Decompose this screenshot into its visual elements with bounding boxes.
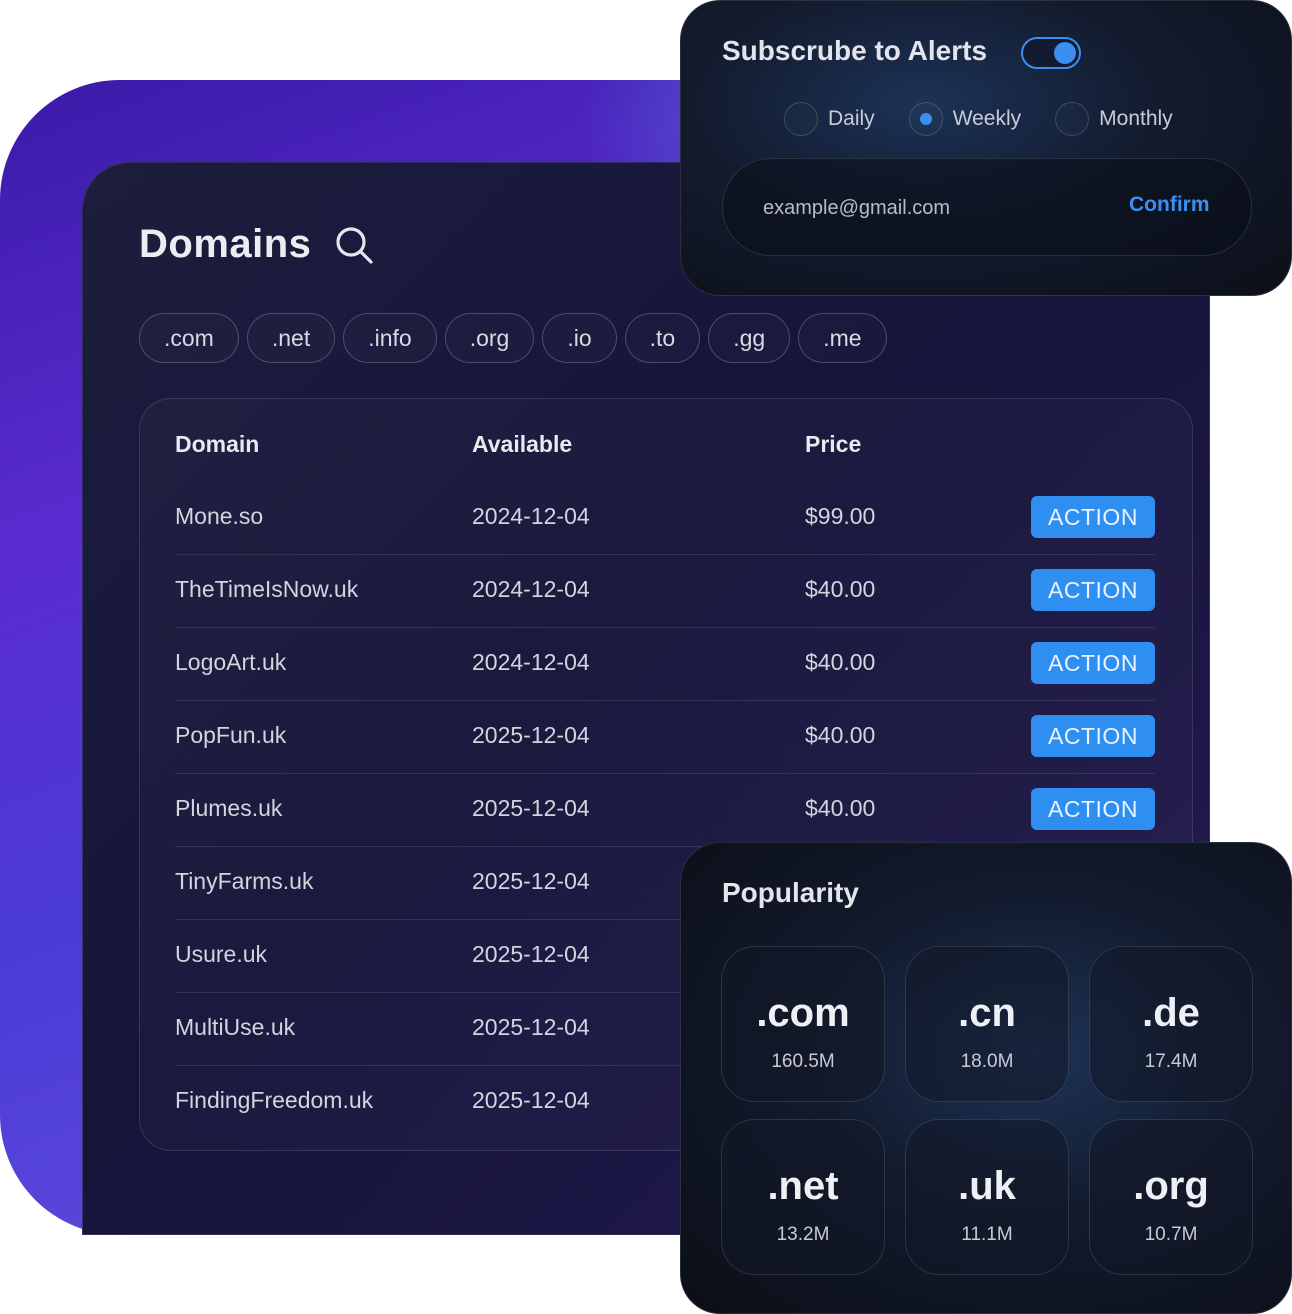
tile-count: 13.2M: [776, 1224, 830, 1245]
domain-cell: FindingFreedom.uk: [175, 1087, 374, 1113]
available-cell: 2024-12-04: [472, 503, 590, 529]
column-header-price[interactable]: Price: [805, 431, 861, 458]
domain-cell: TinyFarms.uk: [175, 868, 314, 894]
tld-filter-chip[interactable]: .io: [542, 313, 617, 363]
popularity-tile: .uk 11.1M: [905, 1119, 1069, 1275]
domain-cell: Usure.uk: [175, 941, 268, 967]
domain-cell: TheTimeIsNow.uk: [175, 576, 359, 602]
table-row: PopFun.uk 2025-12-04 $40.00 ACTION: [175, 701, 1155, 774]
popularity-tile: .cn 18.0M: [905, 946, 1069, 1102]
tld-filter-chip[interactable]: .to: [624, 313, 701, 363]
available-cell: 2025-12-04: [472, 1087, 590, 1113]
tld-filter-chip[interactable]: .com: [139, 313, 239, 363]
radio-option-weekly[interactable]: Weekly: [908, 102, 1022, 136]
popularity-title: Popularity: [722, 877, 859, 908]
confirm-button[interactable]: Confirm: [1129, 193, 1210, 217]
radio-label-weekly: Weekly: [952, 107, 1022, 130]
tile-extension: .net: [767, 1164, 839, 1208]
action-button[interactable]: ACTION: [1031, 569, 1155, 611]
email-field[interactable]: [761, 189, 1095, 227]
radio-option-daily[interactable]: Daily: [784, 102, 875, 136]
search-icon[interactable]: [333, 224, 375, 266]
frequency-radio-group: Daily Weekly Monthly: [784, 102, 1207, 136]
alerts-toggle[interactable]: [1021, 37, 1081, 69]
email-field-container: Confirm: [722, 158, 1252, 256]
available-cell: 2025-12-04: [472, 941, 590, 967]
table-row: LogoArt.uk 2024-12-04 $40.00 ACTION: [175, 628, 1155, 701]
price-cell: $40.00: [805, 649, 876, 675]
tile-count: 10.7M: [1144, 1224, 1198, 1245]
tile-count: 17.4M: [1144, 1051, 1198, 1072]
tile-extension: .com: [756, 991, 850, 1035]
column-header-domain[interactable]: Domain: [175, 431, 259, 458]
column-header-available[interactable]: Available: [472, 431, 572, 458]
tld-filter-chip[interactable]: .net: [246, 313, 336, 363]
tile-count: 11.1M: [961, 1224, 1013, 1245]
tile-count: 18.0M: [960, 1051, 1014, 1072]
available-cell: 2025-12-04: [472, 795, 590, 821]
tile-extension: .org: [1133, 1164, 1209, 1208]
radio-weekly[interactable]: [908, 102, 943, 136]
action-button[interactable]: ACTION: [1031, 642, 1155, 684]
popularity-tile: .com 160.5M: [721, 946, 885, 1102]
popularity-card: Popularity .com 160.5M .cn 18.0M .de 17.…: [680, 842, 1292, 1314]
popularity-tile: .de 17.4M: [1089, 946, 1253, 1102]
available-cell: 2024-12-04: [472, 576, 590, 602]
action-button[interactable]: ACTION: [1031, 788, 1155, 830]
tld-filter-group: .com .net .info .org .io .to .gg .me: [139, 313, 887, 363]
tile-extension: .de: [1142, 991, 1200, 1035]
subscribe-alerts-card: Subscrube to Alerts Daily Weekly Monthly…: [680, 0, 1292, 296]
page-title: Domains: [139, 222, 312, 266]
price-cell: $40.00: [805, 795, 876, 821]
tile-extension: .uk: [958, 1164, 1016, 1208]
radio-daily[interactable]: [784, 102, 818, 136]
popularity-tile: .org 10.7M: [1089, 1119, 1253, 1275]
toggle-knob: [1054, 42, 1076, 64]
domain-cell: Plumes.uk: [175, 795, 283, 821]
tld-filter-chip[interactable]: .gg: [708, 313, 791, 363]
domain-cell: Mone.so: [175, 503, 264, 529]
action-button[interactable]: ACTION: [1031, 496, 1155, 538]
tld-filter-chip[interactable]: .info: [343, 313, 437, 363]
tld-filter-chip[interactable]: .org: [444, 313, 535, 363]
price-cell: $99.00: [805, 503, 876, 529]
table-row: Plumes.uk 2025-12-04 $40.00 ACTION: [175, 774, 1155, 847]
domain-cell: PopFun.uk: [175, 722, 287, 748]
available-cell: 2025-12-04: [472, 722, 590, 748]
table-row: TheTimeIsNow.uk 2024-12-04 $40.00 ACTION: [175, 555, 1155, 628]
tile-extension: .cn: [958, 991, 1016, 1035]
domain-cell: LogoArt.uk: [175, 649, 287, 675]
radio-monthly[interactable]: [1055, 102, 1090, 136]
available-cell: 2024-12-04: [472, 649, 590, 675]
radio-label-daily: Daily: [828, 107, 875, 130]
available-cell: 2025-12-04: [472, 868, 590, 894]
action-button[interactable]: ACTION: [1031, 715, 1155, 757]
available-cell: 2025-12-04: [472, 1014, 590, 1040]
tile-count: 160.5M: [771, 1051, 835, 1072]
alerts-title: Subscrube to Alerts: [722, 35, 988, 66]
radio-option-monthly[interactable]: Monthly: [1055, 102, 1173, 136]
price-cell: $40.00: [805, 722, 876, 748]
tld-filter-chip[interactable]: .me: [798, 313, 887, 363]
radio-label-monthly: Monthly: [1099, 107, 1173, 130]
popularity-tile: .net 13.2M: [721, 1119, 885, 1275]
domain-cell: MultiUse.uk: [175, 1014, 296, 1040]
table-row: Mone.so 2024-12-04 $99.00 ACTION: [175, 482, 1155, 555]
price-cell: $40.00: [805, 576, 876, 602]
